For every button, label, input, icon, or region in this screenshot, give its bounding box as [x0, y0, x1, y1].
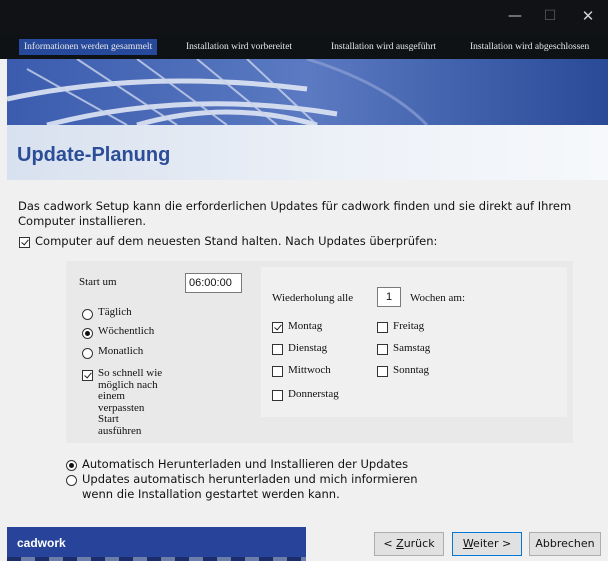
auto-install-label: Automatisch Herunterladen und Installier…	[82, 457, 409, 471]
step-installing: Installation wird ausgeführt	[331, 42, 437, 52]
day-friday-label: Freitag	[393, 320, 425, 332]
frequency-daily-label: Täglich	[98, 306, 132, 318]
page-title: Update-Planung	[17, 144, 171, 166]
step-bar: Informationen werden gesammelt Installat…	[0, 35, 608, 59]
day-tuesday-label: Dienstag	[288, 342, 328, 354]
cancel-button[interactable]: Abbrechen	[529, 532, 601, 556]
frequency-weekly-radio[interactable]	[82, 328, 93, 339]
maximize-button[interactable]: ☐	[539, 6, 561, 26]
next-button[interactable]: Weiter >	[452, 532, 522, 556]
day-monday-label: Montag	[288, 320, 323, 332]
title-bar: — ☐ ✕	[0, 0, 608, 35]
notify-install-label: Updates automatisch herunterladen und mi…	[82, 472, 418, 486]
setup-window: — ☐ ✕ Informationen werden gesammelt Ins…	[0, 0, 608, 561]
brand-label: cadwork	[17, 536, 66, 550]
repeat-weeks-input[interactable]: 1	[377, 287, 401, 307]
step-preparing: Installation wird vorbereitet	[186, 42, 293, 52]
frequency-weekly-label: Wöchentlich	[98, 325, 155, 337]
day-sunday-checkbox[interactable]	[377, 366, 388, 377]
day-monday-checkbox[interactable]	[272, 322, 283, 333]
intro-text: Das cadwork Setup kann die erforderliche…	[18, 199, 572, 228]
day-wednesday-checkbox[interactable]	[272, 366, 283, 377]
missed-start-label: So schnell wie möglich nach einem verpas…	[98, 367, 163, 437]
notify-install-radio[interactable]	[66, 475, 77, 486]
notify-install-label-line2: wenn die Installation gestartet werden k…	[82, 487, 340, 501]
frequency-daily-radio[interactable]	[82, 309, 93, 320]
keep-updated-label: Computer auf dem neuesten Stand halten. …	[35, 234, 438, 248]
day-tuesday-checkbox[interactable]	[272, 344, 283, 355]
start-time-input[interactable]: 06:00:00	[185, 273, 242, 293]
close-button[interactable]: ✕	[577, 6, 599, 26]
step-collecting-info: Informationen werden gesammelt	[19, 39, 158, 55]
day-sunday-label: Sonntag	[393, 364, 430, 376]
weeks-label: Wochen am:	[410, 292, 466, 304]
day-saturday-label: Samstag	[393, 342, 431, 354]
auto-install-radio[interactable]	[66, 460, 77, 471]
day-wednesday-label: Mittwoch	[288, 364, 331, 376]
day-saturday-checkbox[interactable]	[377, 344, 388, 355]
header-banner-image	[7, 59, 608, 125]
missed-start-checkbox[interactable]	[82, 370, 93, 381]
keep-updated-checkbox[interactable]	[19, 237, 30, 248]
day-thursday-checkbox[interactable]	[272, 390, 283, 401]
frequency-monthly-radio[interactable]	[82, 348, 93, 359]
start-time-label: Start um	[79, 276, 117, 288]
step-finishing: Installation wird abgeschlossen	[470, 42, 590, 52]
minimize-button[interactable]: —	[504, 6, 526, 26]
back-button[interactable]: < Zurück	[374, 532, 444, 556]
repeat-label: Wiederholung alle	[272, 292, 354, 304]
day-friday-checkbox[interactable]	[377, 322, 388, 333]
frequency-monthly-label: Monatlich	[98, 345, 144, 357]
footer-stripes	[7, 557, 306, 561]
day-thursday-label: Donnerstag	[288, 388, 339, 400]
